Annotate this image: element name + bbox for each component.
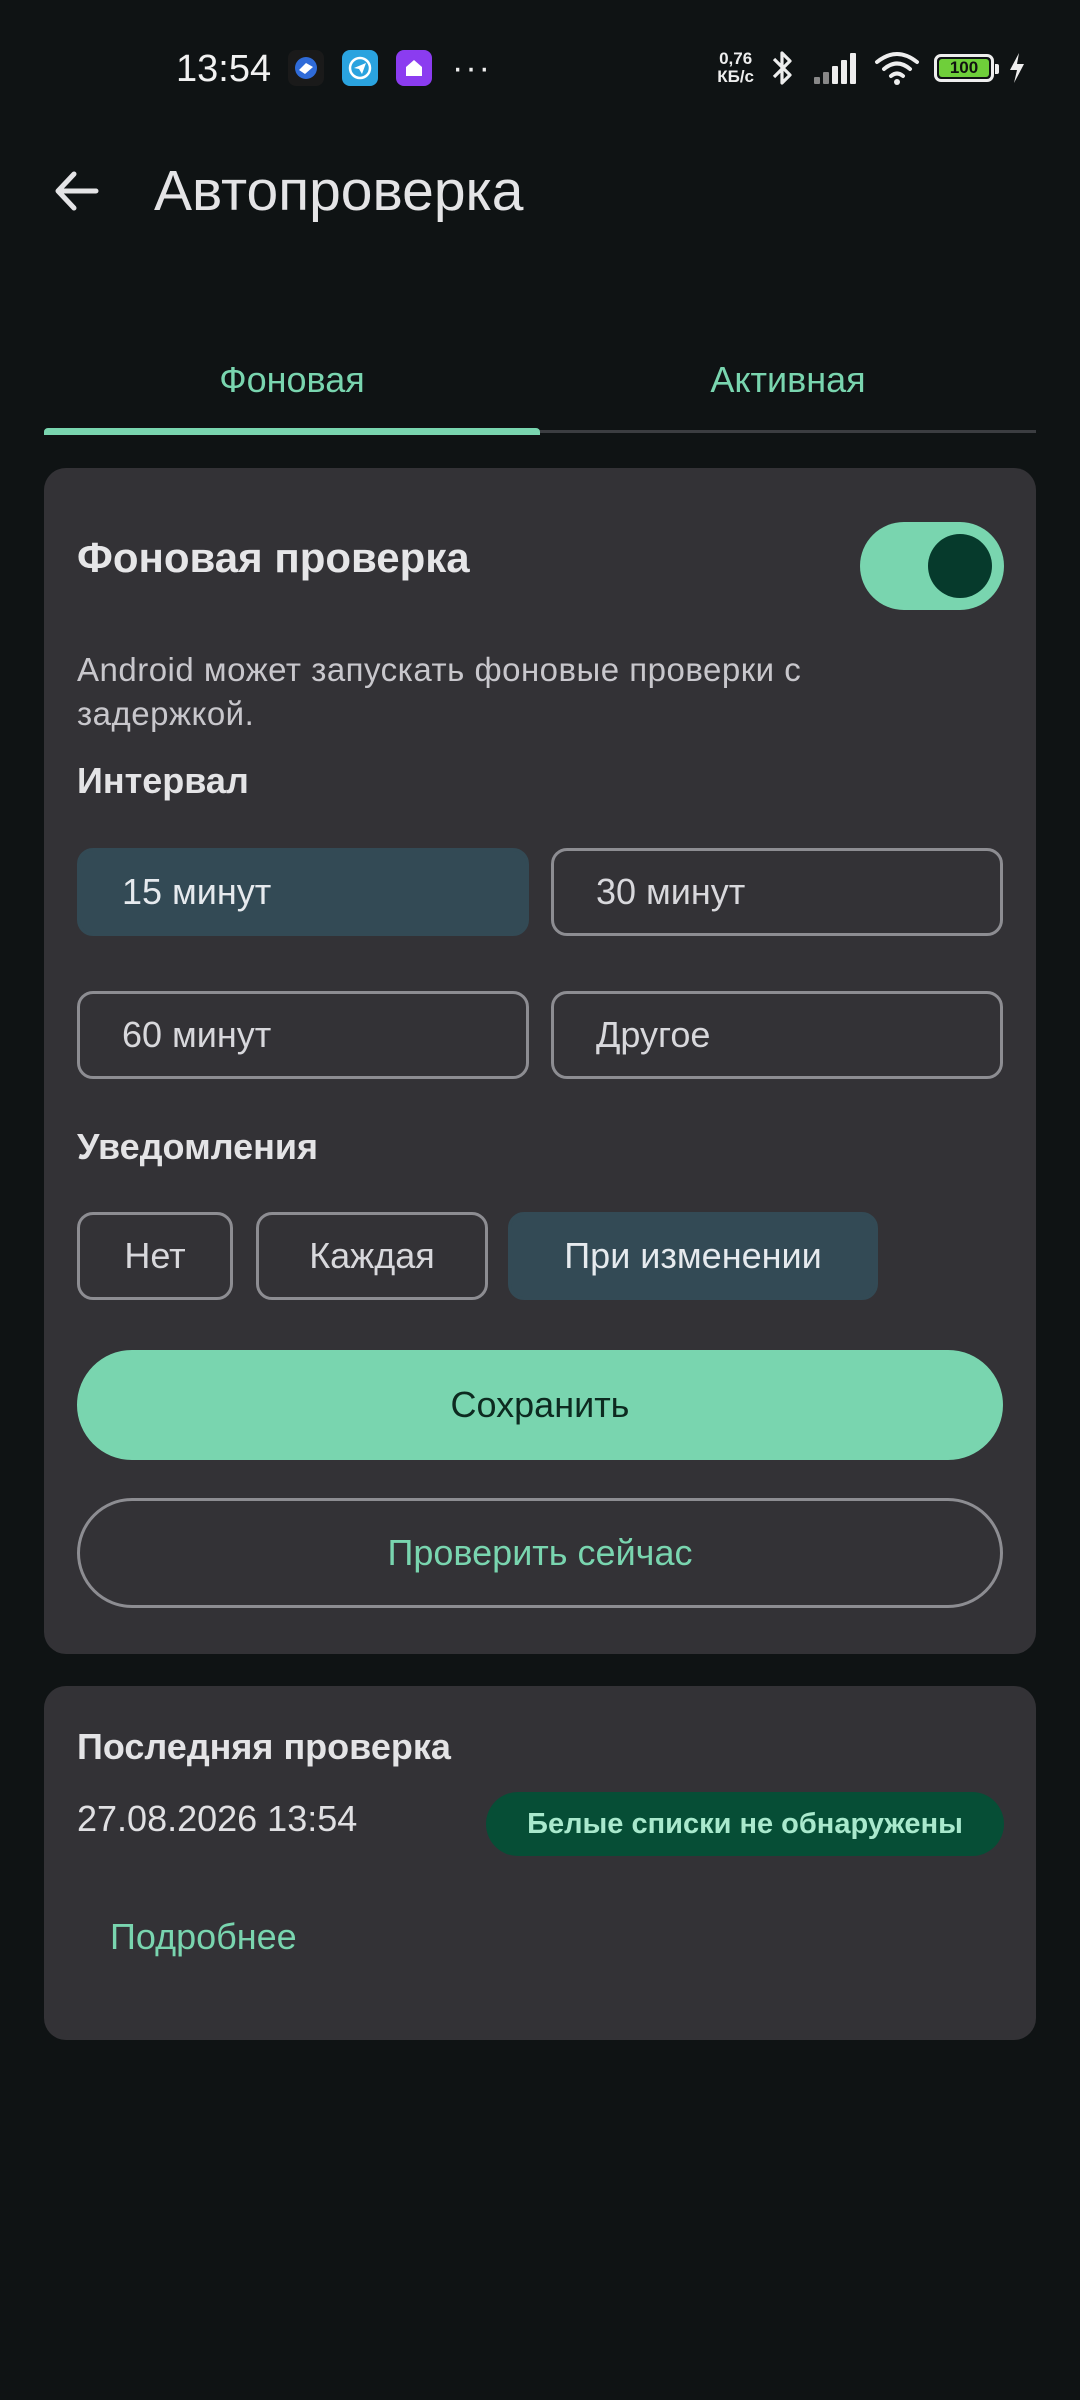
last-check-title: Последняя проверка (77, 1726, 451, 1767)
background-check-description: Android может запускать фоновые проверки… (77, 651, 802, 732)
notifications-label: Уведомления (77, 1126, 318, 1167)
interval-label: Интервал (77, 760, 249, 801)
details-link[interactable]: Подробнее (110, 1916, 297, 1958)
back-arrow-icon[interactable] (50, 164, 104, 218)
tab-indicator (44, 428, 540, 435)
interval-chip-other[interactable]: Другое (551, 991, 1003, 1079)
tab-bar: Фоновая Активная (44, 330, 1036, 435)
status-indicators: 0,76 КБ/с 100 (717, 48, 1026, 88)
vpn-app-icon (288, 50, 324, 86)
bluetooth-icon (772, 51, 792, 85)
notification-chip-none[interactable]: Нет (77, 1212, 233, 1300)
battery-level: 100 (939, 58, 989, 77)
tab-background[interactable]: Фоновая (44, 330, 540, 430)
status-time: 13:54 (176, 48, 272, 90)
telegram-icon (342, 50, 378, 86)
more-notifications-icon: ··· (452, 49, 492, 87)
page-title: Автопроверка (154, 159, 524, 223)
status-bar: 13:54 ··· 0,76 КБ/с 100 (0, 0, 1080, 140)
wifi-icon (875, 52, 919, 85)
home-app-icon (396, 50, 432, 86)
status-badge: Белые списки не обнаружены (486, 1792, 1004, 1856)
check-now-button[interactable]: Проверить сейчас (77, 1498, 1003, 1608)
charging-icon (1010, 53, 1024, 83)
notification-chip-on-change[interactable]: При изменении (508, 1212, 878, 1300)
toggle-thumb (928, 534, 992, 598)
last-check-datetime: 27.08.2026 13:54 (77, 1798, 358, 1839)
tab-active[interactable]: Активная (540, 330, 1036, 430)
notification-chip-each[interactable]: Каждая (256, 1212, 488, 1300)
notification-icons: ··· (288, 50, 492, 86)
interval-chip-60[interactable]: 60 минут (77, 991, 529, 1079)
network-speed: 0,76 КБ/с (717, 49, 754, 86)
background-check-toggle[interactable] (860, 522, 1004, 610)
save-button[interactable]: Сохранить (77, 1350, 1003, 1460)
interval-chip-15[interactable]: 15 минут (77, 848, 529, 936)
background-check-card: Фоновая проверка Android может запускать… (44, 468, 1036, 1654)
battery-icon: 100 (934, 54, 999, 82)
interval-chip-30[interactable]: 30 минут (551, 848, 1003, 936)
last-check-card: Последняя проверка 27.08.2026 13:54 Белы… (44, 1686, 1036, 2040)
background-check-title: Фоновая проверка (77, 534, 470, 581)
signal-icon (814, 53, 856, 84)
